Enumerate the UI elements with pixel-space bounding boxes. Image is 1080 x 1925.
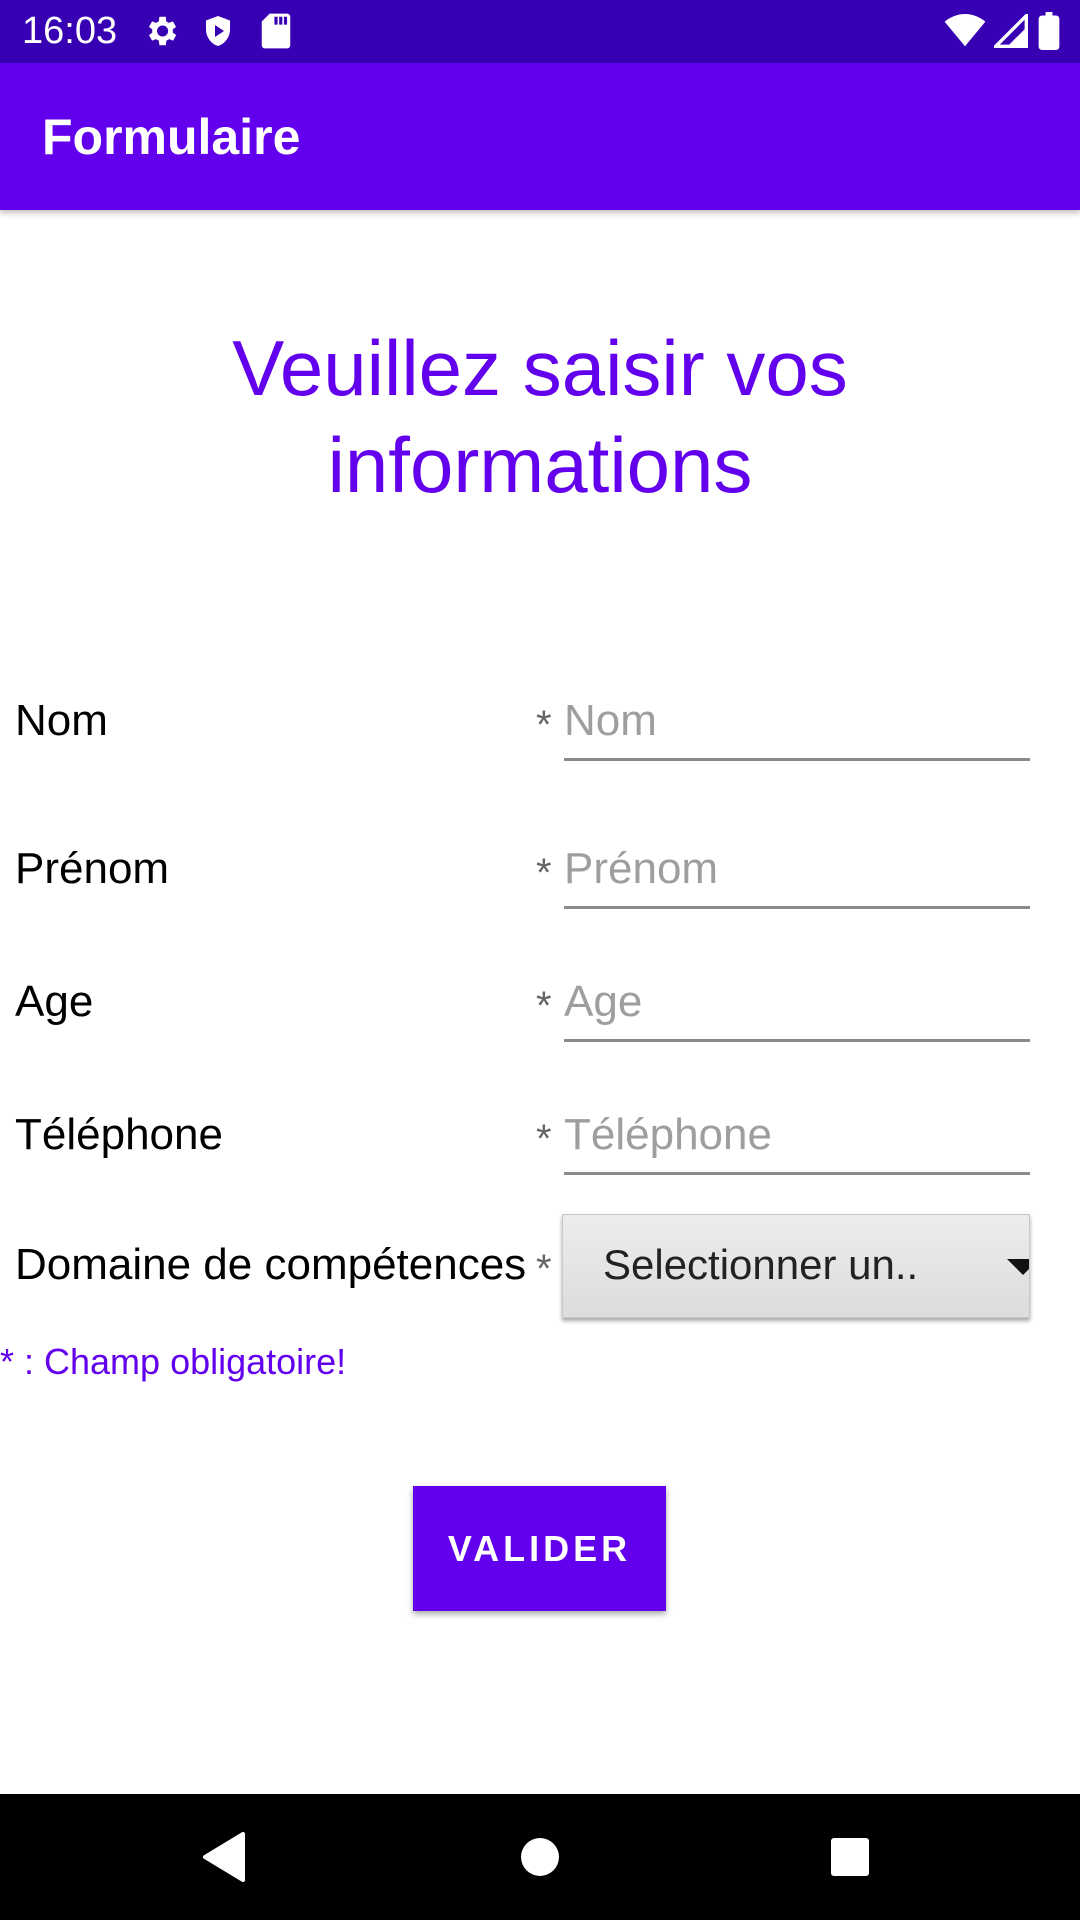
app-title: Formulaire bbox=[42, 109, 301, 165]
nom-input[interactable] bbox=[564, 684, 1030, 761]
battery-icon bbox=[1038, 12, 1060, 55]
label-age: Age bbox=[15, 977, 94, 1026]
prenom-input[interactable] bbox=[564, 832, 1030, 909]
label-telephone: Téléphone bbox=[15, 1110, 223, 1159]
back-icon[interactable] bbox=[165, 1794, 285, 1920]
app-bar: Formulaire bbox=[0, 63, 1080, 210]
status-time: 16:03 bbox=[22, 10, 118, 52]
page-heading: Veuillez saisir vos informations bbox=[232, 324, 848, 509]
signal-icon bbox=[991, 11, 1028, 53]
gear-icon bbox=[142, 12, 180, 55]
required-star: * bbox=[536, 1117, 552, 1161]
label-domaine: Domaine de compétences bbox=[15, 1240, 527, 1289]
required-star: * bbox=[536, 1247, 552, 1291]
spinner-selected-value: Selectionner un.. bbox=[603, 1241, 919, 1288]
dropdown-arrow-icon bbox=[1007, 1259, 1029, 1275]
status-bar: 16:03 bbox=[0, 0, 1080, 63]
recents-icon[interactable] bbox=[790, 1794, 910, 1920]
valider-button[interactable]: VALIDER bbox=[413, 1486, 666, 1611]
required-star: * bbox=[536, 851, 552, 895]
label-nom: Nom bbox=[15, 696, 108, 745]
sd-card-icon bbox=[260, 12, 292, 55]
domaine-spinner[interactable]: Selectionner un.. bbox=[562, 1214, 1030, 1318]
required-star: * bbox=[536, 703, 552, 747]
home-icon[interactable] bbox=[480, 1794, 600, 1920]
telephone-input[interactable] bbox=[564, 1098, 1030, 1175]
label-prenom: Prénom bbox=[15, 844, 170, 893]
shield-icon bbox=[200, 12, 236, 55]
age-input[interactable] bbox=[564, 965, 1030, 1042]
navigation-bar bbox=[0, 1794, 1080, 1920]
required-star: * bbox=[536, 984, 552, 1028]
required-note: * : Champ obligatoire! bbox=[0, 1341, 347, 1382]
wifi-icon bbox=[944, 14, 986, 53]
